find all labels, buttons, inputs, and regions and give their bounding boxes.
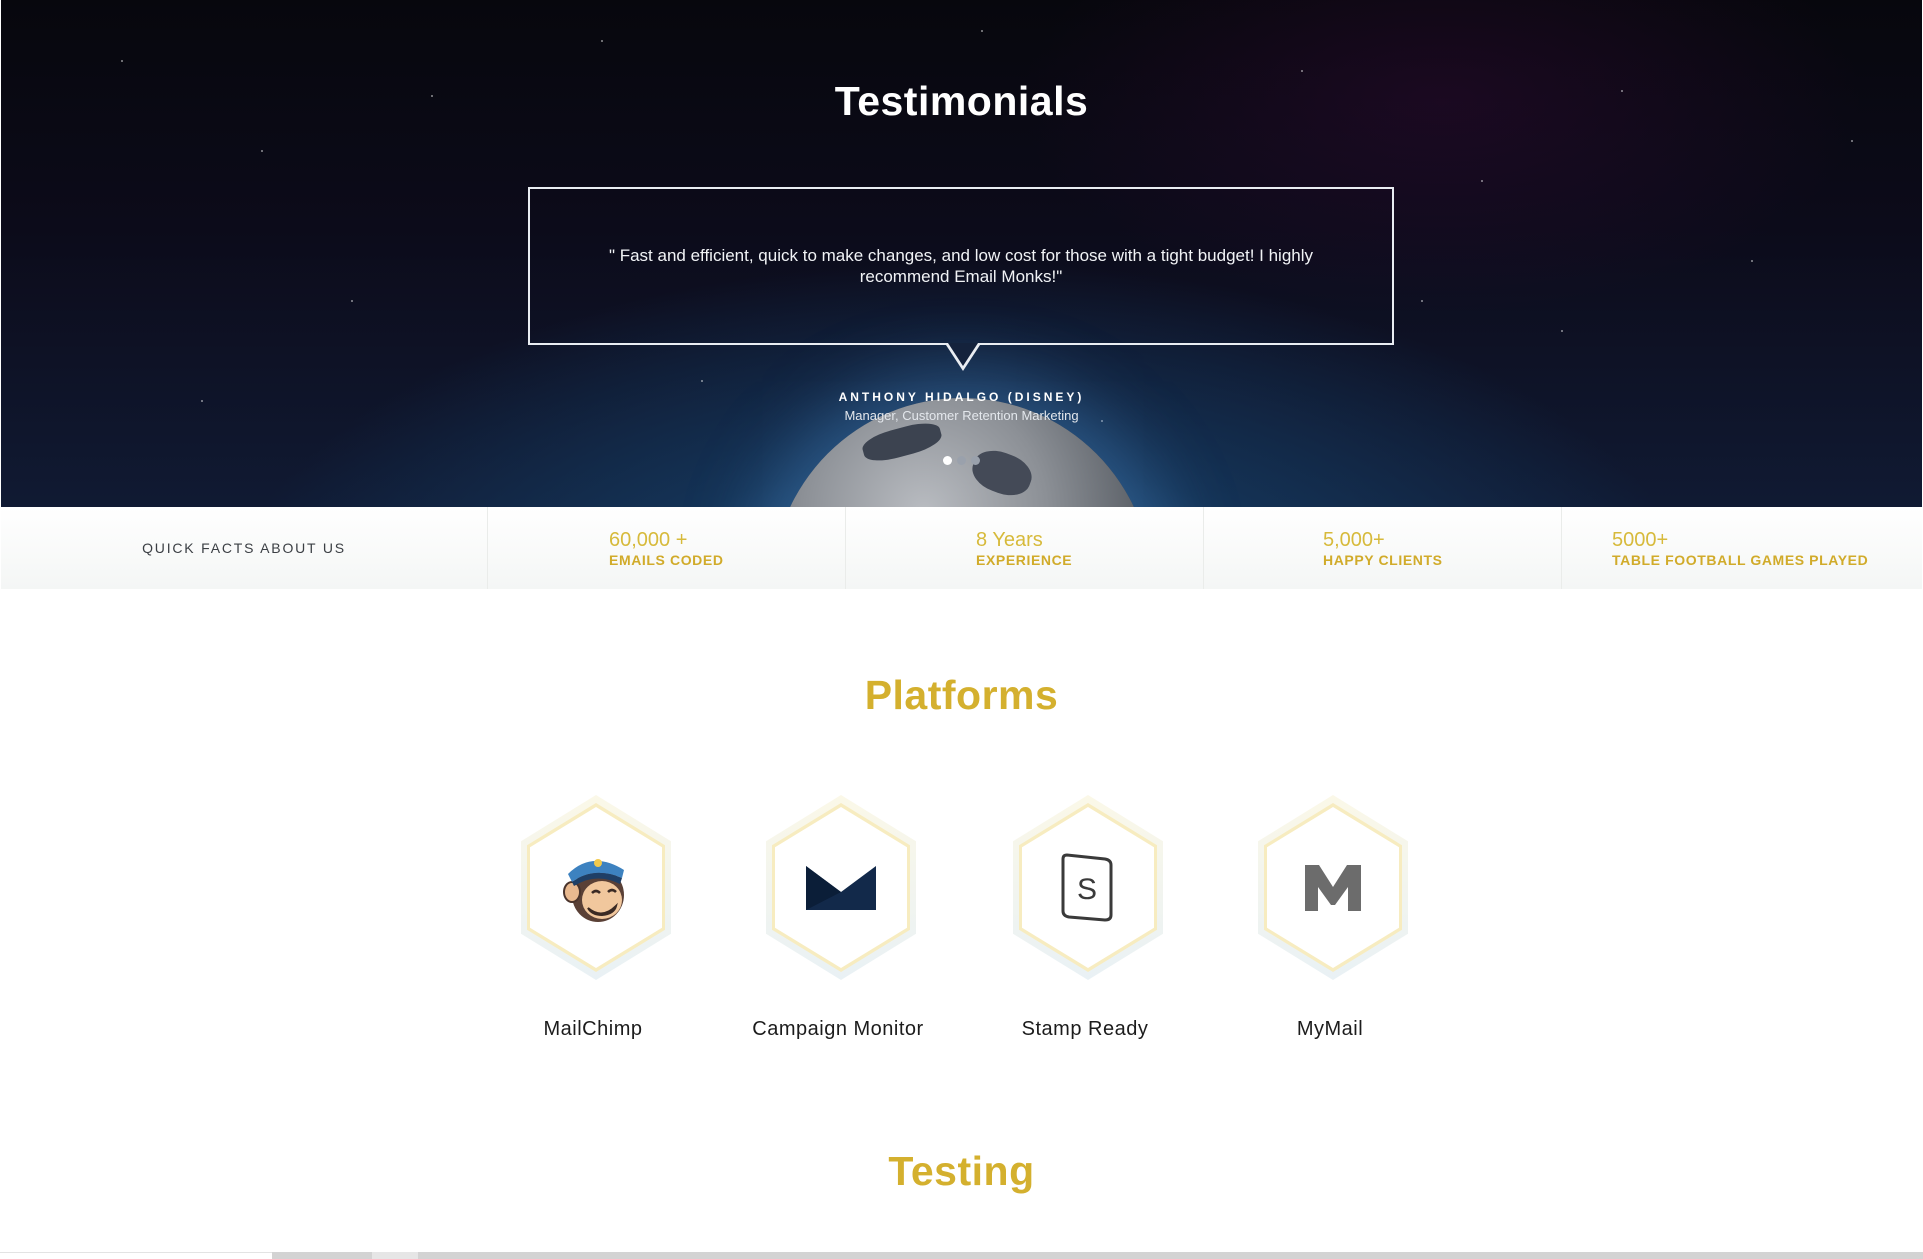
horizontal-scrollbar[interactable] [0,1252,1923,1259]
fact-label: TABLE FOOTBALL GAMES PLAYED [1612,552,1869,568]
fact-table-football: 5000+ TABLE FOOTBALL GAMES PLAYED [1562,507,1922,589]
mymail-logo-icon [1305,864,1361,911]
testimonial-author-role: Manager, Customer Retention Marketing [844,408,1079,423]
fact-value: 5000+ [1612,529,1669,551]
testimonials-title: Testimonials [834,78,1089,124]
platform-name: MyMail [1296,1018,1364,1040]
fact-label: EMAILS CODED [609,552,724,568]
fact-happy-clients: 5,000+ HAPPY CLIENTS [1204,507,1562,589]
platform-name: MailChimp [543,1018,643,1040]
testimonials-section: Testimonials " Fast and efficient, quick… [1,0,1922,507]
fact-value: 8 Years [976,529,1043,551]
stampready-logo-icon: S [1061,852,1113,922]
svg-text:S: S [1077,873,1097,906]
carousel-dot-3[interactable] [971,456,980,465]
platform-mymail[interactable]: MyMail [1240,790,1420,1041]
platform-name: Campaign Monitor [752,1018,924,1040]
mailchimp-logo-icon [563,858,624,922]
testimonial-quote-box: " Fast and efficient, quick to make chan… [528,187,1394,345]
fact-label: EXPERIENCE [976,552,1073,568]
platform-name: Stamp Ready [1021,1018,1149,1040]
campaign-monitor-logo-icon [806,865,876,910]
carousel-dot-1[interactable] [943,456,952,465]
platform-campaign-monitor[interactable]: Campaign Monitor [748,790,928,1041]
testing-title: Testing [888,1148,1035,1194]
fact-emails-coded: 60,000 + EMAILS CODED [488,507,846,589]
carousel-dots [943,456,980,465]
testimonial-quote: " Fast and efficient, quick to make chan… [608,246,1314,286]
scrollbar-thumb[interactable] [372,1252,418,1259]
platform-mailchimp[interactable]: MailChimp [503,790,683,1041]
fact-experience: 8 Years EXPERIENCE [846,507,1204,589]
testimonial-author: ANTHONY HIDALGO (DISNEY) [838,390,1085,404]
platform-stamp-ready[interactable]: S Stamp Ready [995,790,1175,1041]
carousel-dot-2[interactable] [957,456,966,465]
quick-facts-bar: QUICK FACTS ABOUT US 60,000 + EMAILS COD… [1,507,1922,589]
fact-value: 60,000 + [609,529,688,551]
fact-value: 5,000+ [1323,529,1385,551]
platforms-title: Platforms [864,672,1059,718]
fact-label: HAPPY CLIENTS [1323,552,1443,568]
quick-facts-intro: QUICK FACTS ABOUT US [1,507,488,589]
